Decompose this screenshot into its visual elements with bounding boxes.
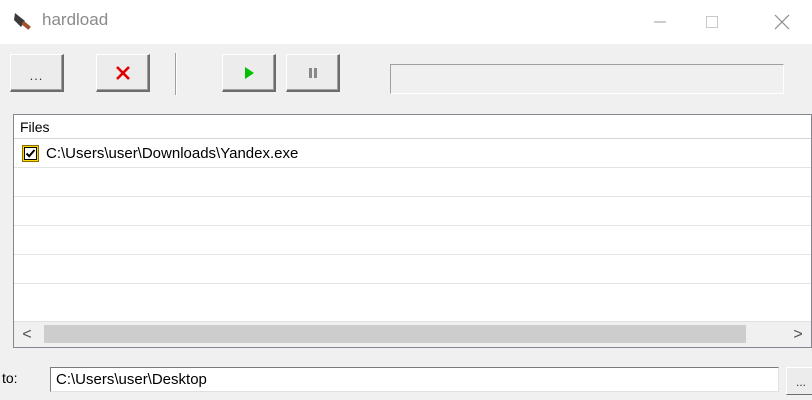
scroll-thumb[interactable] bbox=[44, 325, 746, 343]
list-item[interactable] bbox=[14, 226, 811, 255]
minimize-button[interactable] bbox=[630, 0, 690, 44]
column-header-label: Files bbox=[20, 119, 50, 135]
destination-path-input[interactable] bbox=[50, 367, 779, 392]
browse-destination-button[interactable]: ... bbox=[786, 367, 812, 395]
list-item[interactable] bbox=[14, 255, 811, 284]
toolbar: ... bbox=[0, 44, 812, 102]
file-checkbox[interactable] bbox=[22, 145, 39, 162]
checkmark-icon bbox=[25, 149, 36, 158]
list-item[interactable] bbox=[14, 168, 811, 197]
file-list[interactable]: Files C:\Users\user\Downloads\Yandex.exe… bbox=[13, 114, 812, 348]
trowel-icon bbox=[14, 13, 31, 30]
file-path: C:\Users\user\Downloads\Yandex.exe bbox=[46, 145, 299, 162]
remove-file-button[interactable] bbox=[96, 54, 150, 92]
horizontal-scrollbar[interactable]: < > bbox=[14, 321, 811, 347]
pause-icon bbox=[308, 67, 317, 78]
list-item[interactable]: C:\Users\user\Downloads\Yandex.exe bbox=[14, 139, 811, 168]
scroll-right-button[interactable]: > bbox=[785, 322, 811, 347]
browse-files-button[interactable]: ... bbox=[10, 54, 64, 92]
red-x-icon bbox=[115, 65, 130, 80]
chevron-left-icon: < bbox=[22, 325, 32, 343]
destination-label: to: bbox=[2, 370, 18, 386]
maximize-button[interactable] bbox=[682, 0, 742, 44]
close-icon bbox=[774, 14, 790, 30]
pause-button[interactable] bbox=[286, 54, 340, 92]
download-progress-bar bbox=[390, 64, 784, 94]
play-icon bbox=[244, 66, 254, 79]
close-button[interactable] bbox=[752, 0, 812, 44]
column-header-files[interactable]: Files bbox=[14, 115, 811, 139]
toolbar-separator bbox=[175, 53, 177, 95]
chevron-right-icon: > bbox=[793, 325, 803, 343]
minimize-icon bbox=[654, 21, 666, 23]
window-title: hardload bbox=[42, 10, 109, 29]
maximize-icon bbox=[706, 16, 718, 28]
list-item[interactable] bbox=[14, 197, 811, 226]
ellipsis-icon: ... bbox=[29, 68, 44, 83]
start-button[interactable] bbox=[222, 54, 276, 92]
scroll-left-button[interactable]: < bbox=[14, 322, 40, 347]
list-item[interactable] bbox=[14, 284, 811, 313]
title-bar: hardload bbox=[0, 0, 812, 44]
